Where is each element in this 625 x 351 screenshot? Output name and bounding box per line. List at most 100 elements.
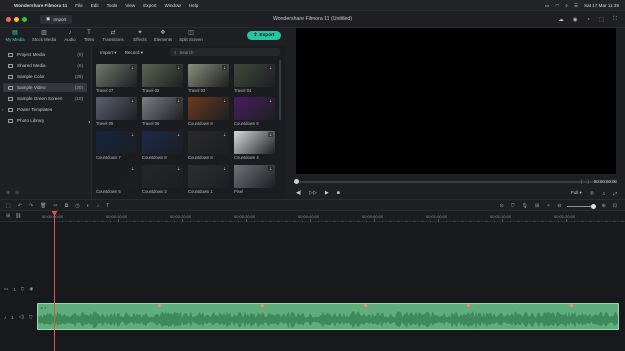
download-icon[interactable]: ⇣ (130, 65, 135, 70)
media-tile[interactable]: ⇣ (234, 165, 275, 188)
cut-icon[interactable]: ✂ (54, 203, 58, 209)
eye-icon[interactable]: ◉ (29, 286, 33, 292)
download-icon[interactable]: ⇣ (268, 65, 273, 70)
menu-edit[interactable]: Edit (91, 3, 99, 8)
media-tile[interactable]: ⇣ (188, 165, 229, 188)
download-icon[interactable]: ⇣ (176, 166, 181, 171)
sidebar-item-sample-color[interactable]: Sample Color (25) (3, 72, 87, 81)
media-tile[interactable]: ⇣ (142, 165, 183, 188)
media-tile[interactable]: ⇣ (96, 64, 137, 87)
close-window-icon[interactable] (6, 16, 11, 22)
preview-scrubber-knob[interactable] (294, 179, 299, 184)
media-tile[interactable]: ⇣ (96, 97, 137, 120)
minimize-window-icon[interactable] (14, 16, 19, 22)
timeline-settings-icon[interactable]: ⊡ (613, 203, 617, 209)
collapse-sidebar-icon[interactable]: ◂ (88, 119, 90, 124)
media-tile[interactable]: ⇣ (142, 131, 183, 154)
notification-icon[interactable]: ◔ (587, 17, 590, 23)
download-icon[interactable]: ⇣ (176, 98, 181, 103)
remove-folder-icon[interactable]: ⊖ (15, 190, 19, 196)
media-tile[interactable]: ⇣ (234, 64, 275, 87)
snap-icon[interactable]: ⊞ (535, 203, 539, 209)
download-icon[interactable]: ⇣ (222, 98, 227, 103)
lock-icon[interactable]: ⛉ (21, 287, 24, 292)
add-track-icon[interactable]: ⊞ (6, 213, 10, 219)
control-center-icon[interactable]: ☰ (574, 3, 578, 9)
zoom-slider[interactable] (566, 203, 596, 209)
speed-icon[interactable]: ◷ (75, 203, 79, 209)
preview-scrubber[interactable] (296, 181, 616, 183)
sidebar-item-project-media[interactable]: Project Media (0) (3, 50, 87, 59)
media-scrollbar[interactable] (279, 60, 281, 120)
download-icon[interactable]: ⇣ (176, 65, 181, 70)
sidebar-item-power-templates[interactable]: › Power Templates (2, 105, 87, 114)
mark-in-icon[interactable]: { (581, 179, 582, 184)
tab-transitions[interactable]: ⇄ Transitions (100, 29, 126, 42)
beat-marker[interactable] (466, 304, 471, 308)
zoom-slider-knob[interactable] (590, 203, 596, 209)
download-icon[interactable]: ⇣ (268, 166, 273, 171)
add-folder-icon[interactable]: ⊕ (6, 190, 10, 196)
audio-adjust-icon[interactable]: ♪ (97, 203, 100, 209)
record-dropdown[interactable]: Record ▾ (125, 50, 143, 56)
sidebar-item-sample-video[interactable]: Sample Video (20) (3, 83, 87, 92)
zoom-window-icon[interactable] (22, 16, 27, 22)
tab-elements[interactable]: ❖ Elements (152, 29, 174, 42)
stop-icon[interactable]: ■ (337, 190, 340, 196)
zoom-out-icon[interactable]: ⊖ (557, 203, 561, 209)
media-tile[interactable]: ⇣ (142, 64, 183, 87)
import-dropdown[interactable]: Import ▾ (100, 50, 117, 56)
text-icon[interactable]: T (106, 203, 109, 209)
media-tile[interactable]: ⇣ (234, 97, 275, 120)
account-icon[interactable]: ◉ (573, 17, 578, 23)
menu-help[interactable]: Help (189, 3, 198, 8)
tab-split-screen[interactable]: ◫ Split Screen (177, 29, 205, 42)
lock-icon[interactable]: ⛉ (29, 315, 32, 320)
import-tab[interactable]: ▣ Import (40, 14, 73, 24)
redo-icon[interactable]: ↷ (29, 203, 33, 209)
audio-clip[interactable]: ♫ ♪ (37, 303, 619, 330)
link-icon[interactable]: ⛓ (15, 213, 21, 219)
mark-out-icon[interactable]: } (587, 179, 588, 184)
beat-marker[interactable] (569, 304, 574, 308)
timeline-ruler[interactable]: ⊞ ⛓ 00:00:00:00 00:00:10:00 00:00:20:00 00:… (0, 211, 625, 222)
undo-icon[interactable]: ↶ (18, 203, 22, 209)
save-icon[interactable]: ⬚ (599, 17, 604, 23)
menu-datetime[interactable]: Sat 17 Mar 11:39 (584, 3, 619, 8)
tab-audio[interactable]: ♪ Audio (62, 29, 78, 42)
media-tile[interactable]: ⇣ (96, 131, 137, 154)
tab-stock-media[interactable]: ▥ Stock Media (29, 29, 59, 42)
menu-export[interactable]: Export (143, 3, 156, 8)
download-icon[interactable]: ⇣ (130, 98, 135, 103)
fullscreen-icon[interactable]: ⛶ (613, 16, 617, 23)
download-icon[interactable]: ⇣ (176, 132, 181, 137)
download-icon[interactable]: ⇣ (130, 166, 135, 171)
beat-marker[interactable] (363, 304, 368, 308)
export-button[interactable]: ⇪ Export (247, 31, 281, 40)
media-tile[interactable]: ⇣ (96, 165, 137, 188)
tab-my-media[interactable]: ▤ My Media (4, 29, 26, 42)
mark-icon[interactable]: ⛉ (511, 203, 515, 209)
mute-icon[interactable]: ◁) (19, 314, 24, 320)
menu-view[interactable]: View (125, 3, 135, 8)
download-icon[interactable]: ⇣ (222, 132, 227, 137)
color-icon[interactable]: ◐ (87, 203, 90, 209)
battery-icon[interactable]: ▭ (545, 3, 549, 9)
download-icon[interactable]: ⇣ (222, 166, 227, 171)
search-input[interactable]: ⌕ Search (170, 48, 280, 56)
wifi-icon[interactable]: ◠ (555, 3, 559, 9)
media-tile[interactable]: ⇣ (188, 97, 229, 120)
chevron-right-icon[interactable]: › (2, 107, 3, 112)
sidebar-item-photo-library[interactable]: Photo Library (3, 116, 87, 125)
menu-file[interactable]: File (75, 3, 82, 8)
media-tile[interactable]: ⇣ (188, 64, 229, 87)
beat-marker[interactable] (157, 304, 162, 308)
sidebar-item-sample-green-screen[interactable]: Sample Green Screen (10) (3, 94, 87, 103)
beat-marker[interactable] (260, 304, 265, 308)
select-tool-icon[interactable]: ⬚ (6, 203, 11, 209)
render-icon[interactable]: ⊙ (500, 203, 504, 209)
play-back-icon[interactable]: ▷▷ (309, 190, 317, 196)
volume-icon[interactable]: ♫ (602, 191, 605, 196)
quality-select[interactable]: Full ▾ (563, 190, 582, 196)
download-icon[interactable]: ⇣ (268, 98, 273, 103)
